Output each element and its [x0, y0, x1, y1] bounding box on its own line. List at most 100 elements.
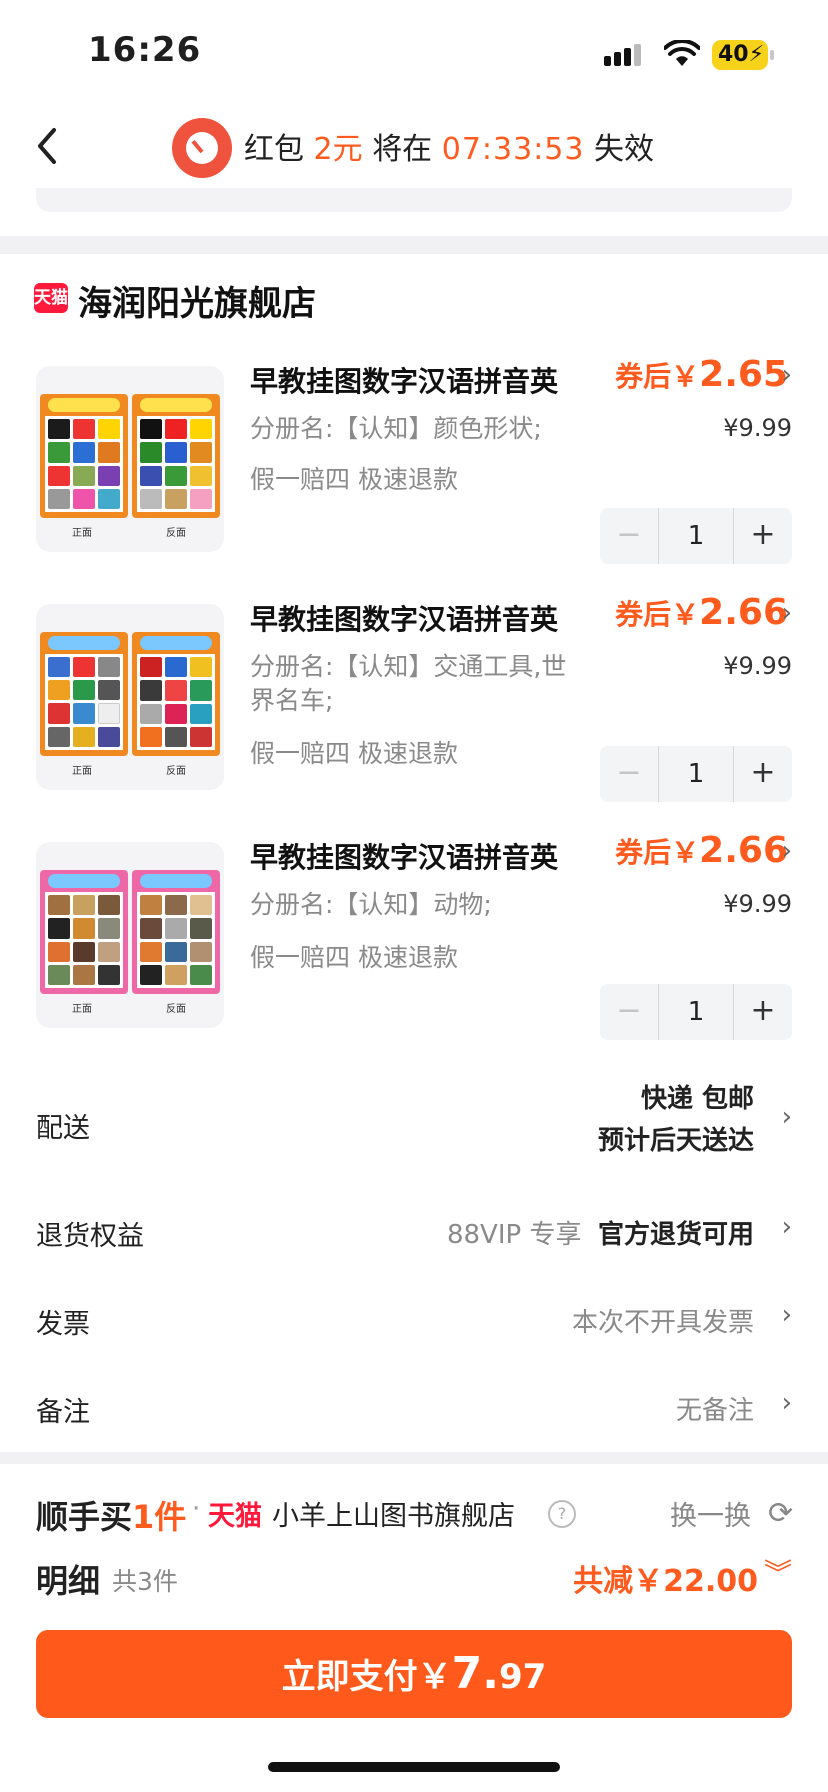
charging-icon: ⚡ — [748, 42, 765, 67]
increase-button[interactable]: + — [734, 984, 792, 1040]
section-divider — [0, 236, 828, 254]
caption-front: 正面 — [72, 766, 92, 777]
quantity-value[interactable]: 1 — [658, 746, 734, 802]
decrease-button[interactable]: − — [600, 508, 658, 564]
delivery-estimate[interactable]: 预计后天送达 — [598, 1120, 754, 1157]
delivery-label: 配送 — [36, 1113, 90, 1144]
battery-level: 40 — [718, 42, 749, 67]
pay-now-button[interactable]: 立即支付￥7.97 — [36, 1630, 792, 1718]
quantity-value[interactable]: 1 — [658, 984, 734, 1040]
caption-back: 反面 — [166, 528, 186, 539]
returns-value[interactable]: 88VIP 专享 官方退货可用 — [447, 1214, 754, 1251]
product-spec[interactable]: 分册名:【认知】颜色形状; — [250, 412, 580, 446]
caption-front: 正面 — [72, 528, 92, 539]
refresh-icon[interactable]: ⟳ — [768, 1496, 793, 1531]
product-title[interactable]: 早教挂图数字汉语拼音英 — [250, 598, 558, 638]
invoice-value[interactable]: 本次不开具发票 — [572, 1302, 754, 1339]
coupon-price-value: 2.65 — [699, 354, 788, 395]
poster-front — [40, 632, 128, 756]
pay-amount-decimal: 97 — [499, 1657, 547, 1697]
status-time: 16:26 — [88, 30, 202, 70]
product-image[interactable]: 正面 反面 — [36, 842, 224, 1028]
shunshou-logo-text: 顺手买 — [36, 1498, 133, 1536]
poster-front — [40, 870, 128, 994]
caption-front: 正面 — [72, 1004, 92, 1015]
tmall-badge: 天猫 — [34, 283, 68, 313]
chevron-right-icon[interactable]: › — [782, 1212, 792, 1242]
quantity-value[interactable]: 1 — [658, 508, 734, 564]
cellular-signal-icon — [604, 44, 644, 66]
coupon-price[interactable]: 券后￥2.65 — [615, 354, 788, 395]
separator-dot: · — [192, 1494, 201, 1524]
tmall-logo: 天猫 — [208, 1501, 262, 1532]
chevron-right-icon: › — [781, 598, 792, 628]
chevron-right-icon: › — [781, 836, 792, 866]
returns-benefit: 官方退货可用 — [597, 1220, 754, 1250]
product-spec[interactable]: 分册名:【认知】交通工具,世界名车; — [250, 650, 580, 718]
caption-back: 反面 — [166, 766, 186, 777]
detail-label[interactable]: 明细 — [36, 1556, 100, 1602]
chevron-right-icon: › — [781, 360, 792, 390]
increase-button[interactable]: + — [734, 508, 792, 564]
product-spec[interactable]: 分册名:【认知】动物; — [250, 888, 580, 922]
shunshou-logo: 顺手买1件 — [36, 1492, 186, 1538]
red-packet-banner: 红包 2元 将在 07:33:53 失效 — [244, 124, 654, 168]
banner-prefix: 红包 — [244, 132, 304, 167]
swap-button[interactable]: 换一换 — [670, 1494, 751, 1533]
double-chevron-down-icon[interactable]: ︾ — [764, 1552, 792, 1592]
quantity-stepper[interactable]: − 1 + — [600, 508, 792, 564]
poster-front — [40, 394, 128, 518]
service-tags: 假一赔四 极速退款 — [250, 465, 458, 494]
pay-label: 立即支付￥ — [281, 1657, 452, 1697]
product-title[interactable]: 早教挂图数字汉语拼音英 — [250, 360, 558, 400]
product-title[interactable]: 早教挂图数字汉语拼音英 — [250, 836, 558, 876]
poster-back — [132, 870, 220, 994]
quantity-stepper[interactable]: − 1 + — [600, 746, 792, 802]
chevron-right-icon[interactable]: › — [782, 1300, 792, 1330]
product-image[interactable]: 正面 反面 — [36, 366, 224, 552]
quantity-stepper[interactable]: − 1 + — [600, 984, 792, 1040]
recommended-shop-name[interactable]: 小羊上山图书旗舰店 — [272, 1494, 515, 1533]
poster-back — [132, 394, 220, 518]
returns-label: 退货权益 — [36, 1221, 144, 1252]
invoice-label: 发票 — [36, 1309, 90, 1340]
item-count: 共3件 — [112, 1567, 178, 1596]
chevron-right-icon[interactable]: › — [782, 1102, 792, 1132]
caption-back: 反面 — [166, 1004, 186, 1015]
poster-back — [132, 632, 220, 756]
coupon-price-prefix: 券后￥ — [615, 360, 700, 393]
service-tags: 假一赔四 极速退款 — [250, 739, 458, 768]
help-icon[interactable]: ? — [548, 1500, 576, 1528]
original-price: ¥9.99 — [723, 414, 792, 442]
returns-vip-note: 88VIP 专享 — [446, 1220, 582, 1250]
red-packet-timer-icon — [172, 118, 232, 178]
banner-amount: 2元 — [313, 132, 363, 167]
back-arrow-icon[interactable] — [30, 122, 66, 170]
pay-amount-integer: 7. — [451, 1648, 499, 1699]
service-tags: 假一赔四 极速退款 — [250, 943, 458, 972]
shunshou-logo-count: 1件 — [132, 1498, 187, 1536]
original-price: ¥9.99 — [723, 890, 792, 918]
delivery-method[interactable]: 快递 包邮 — [641, 1078, 754, 1115]
product-image[interactable]: 正面 反面 — [36, 604, 224, 790]
total-discount[interactable]: 共减￥22.00 — [573, 1556, 758, 1600]
shop-name[interactable]: 海润阳光旗舰店 — [78, 276, 316, 325]
coupon-price[interactable]: 券后￥2.66 — [615, 592, 788, 633]
increase-button[interactable]: + — [734, 746, 792, 802]
remark-value[interactable]: 无备注 — [676, 1390, 754, 1427]
chevron-right-icon[interactable]: › — [782, 1388, 792, 1418]
coupon-price-prefix: 券后￥ — [615, 598, 700, 631]
wifi-icon — [664, 40, 700, 66]
coupon-price-value: 2.66 — [699, 592, 788, 633]
decrease-button[interactable]: − — [600, 984, 658, 1040]
battery-indicator: 40⚡ — [712, 40, 774, 70]
coupon-price-value: 2.66 — [699, 830, 788, 871]
banner-countdown: 07:33:53 — [441, 132, 585, 167]
home-indicator[interactable] — [268, 1762, 560, 1772]
coupon-price-prefix: 券后￥ — [615, 836, 700, 869]
coupon-price[interactable]: 券后￥2.66 — [615, 830, 788, 871]
banner-middle: 将在 — [372, 132, 433, 167]
banner-suffix: 失效 — [594, 132, 655, 167]
decrease-button[interactable]: − — [600, 746, 658, 802]
original-price: ¥9.99 — [723, 652, 792, 680]
